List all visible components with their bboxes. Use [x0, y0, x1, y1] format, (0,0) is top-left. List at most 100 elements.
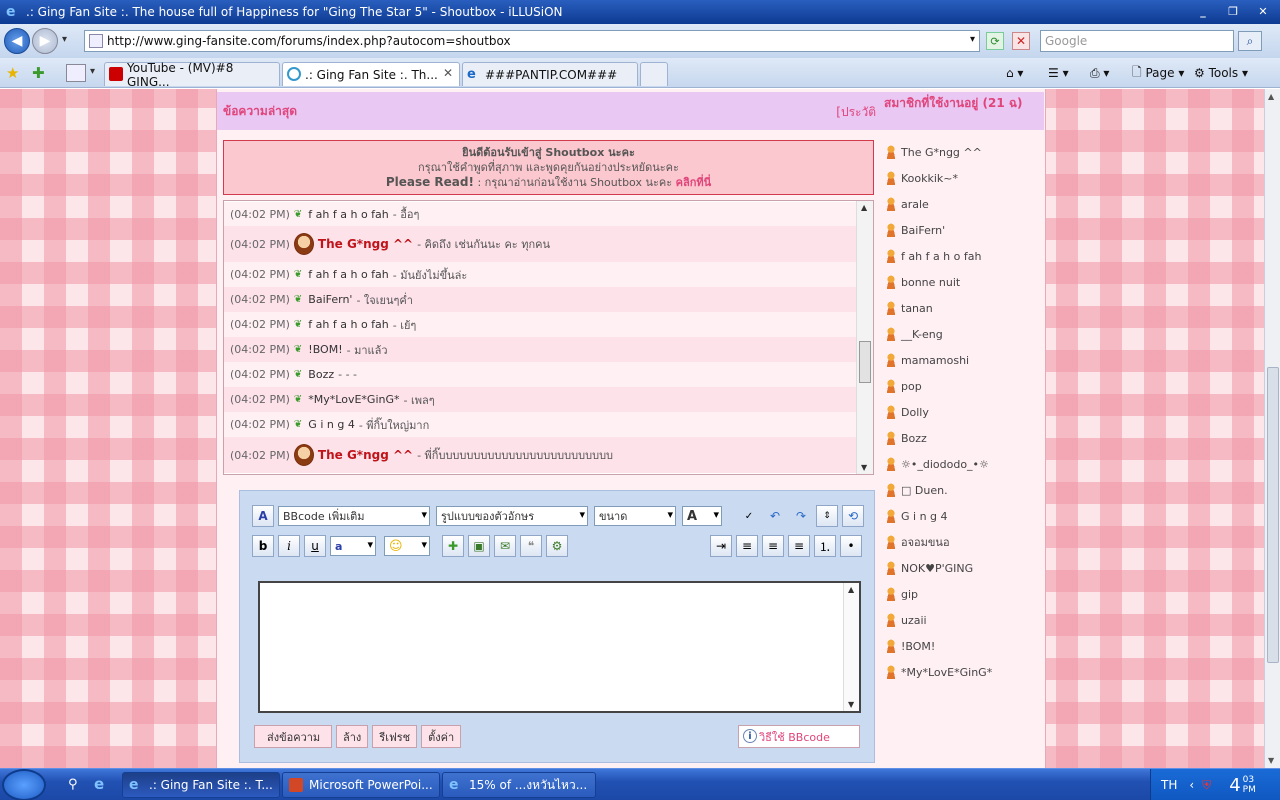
message-user[interactable]: *My*LovE*GinG*	[308, 393, 399, 406]
history-link[interactable]: [ประวัติ	[836, 103, 876, 122]
message-user[interactable]: f ah f a h o fah	[308, 208, 388, 221]
new-tab-button[interactable]	[640, 62, 668, 86]
insert-image-icon[interactable]: ▣	[468, 535, 490, 557]
refresh-button[interactable]: รีเฟรช	[372, 725, 418, 748]
user-item[interactable]: mamamoshi	[885, 347, 1045, 373]
page-menu[interactable]: 🗋 Page ▾	[1132, 62, 1184, 84]
user-item[interactable]: *My*LovE*GinG*	[885, 659, 1045, 685]
maximize-button[interactable]: ❐	[1220, 2, 1246, 20]
language-indicator[interactable]: TH	[1161, 778, 1177, 792]
user-item[interactable]: อจอมขนอ	[885, 529, 1045, 555]
remove-format-icon[interactable]: A	[252, 505, 274, 527]
user-item[interactable]: Kookkik~*	[885, 165, 1045, 191]
taskbar-item-download[interactable]: e 15% of ...งหวันไหว...	[442, 772, 596, 798]
scroll-up-icon[interactable]: ▲	[848, 585, 854, 594]
smiley-select[interactable]: ☺	[384, 536, 430, 556]
font-family-select[interactable]: รูปแบบของตัวอักษร	[436, 506, 588, 526]
textarea-scrollbar[interactable]: ▲ ▼	[843, 583, 859, 711]
close-button[interactable]: ✕	[1250, 2, 1276, 20]
scroll-down-icon[interactable]: ▼	[848, 700, 854, 709]
tab-youtube[interactable]: YouTube - (MV)#8 GING...	[104, 61, 280, 89]
forward-button[interactable]: ▶	[32, 28, 58, 54]
url-input[interactable]: http://www.ging-fansite.com/forums/index…	[84, 30, 980, 52]
message-user[interactable]: f ah f a h o fah	[308, 318, 388, 331]
underline-button[interactable]: u	[304, 535, 326, 557]
user-item[interactable]: __K-eng	[885, 321, 1045, 347]
quicklaunch-icon[interactable]: ⚲	[68, 777, 78, 792]
feeds-icon[interactable]: ☰ ▾	[1048, 62, 1069, 84]
align-left-icon[interactable]: ≡	[736, 535, 758, 557]
align-right-icon[interactable]: ≡	[788, 535, 810, 557]
user-item[interactable]: bonne nuit	[885, 269, 1045, 295]
italic-button[interactable]: i	[278, 535, 300, 557]
message-user[interactable]: f ah f a h o fah	[308, 268, 388, 281]
security-shield-icon[interactable]: ⛨	[1202, 778, 1211, 793]
minimize-button[interactable]: _	[1190, 2, 1216, 20]
bold-button[interactable]: b	[252, 535, 274, 557]
taskbar-item-powerpoint[interactable]: Microsoft PowerPoi...	[282, 772, 440, 798]
tab-ging-fan-site[interactable]: .: Ging Fan Site :. Th... ✕	[282, 62, 460, 86]
insert-code-icon[interactable]: ⚙	[546, 535, 568, 557]
bullet-list-icon[interactable]: •	[840, 535, 862, 557]
start-button[interactable]	[2, 769, 46, 800]
spellcheck-icon[interactable]: ✓	[738, 505, 760, 527]
user-item[interactable]: BaiFern'	[885, 217, 1045, 243]
tray-expand-icon[interactable]: ‹	[1189, 778, 1194, 792]
insert-quote-icon[interactable]: ❝	[520, 535, 542, 557]
font-style-select[interactable]: a	[330, 536, 376, 556]
user-item[interactable]: !BOM!	[885, 633, 1045, 659]
user-item[interactable]: f ah f a h o fah	[885, 243, 1045, 269]
search-input[interactable]: Google	[1040, 30, 1234, 52]
message-textarea[interactable]: ▲ ▼	[258, 581, 861, 713]
tab-pantip[interactable]: e ###PANTIP.COM###	[462, 62, 638, 86]
message-user[interactable]: Bozz	[308, 368, 334, 381]
font-color-select[interactable]: A	[682, 506, 722, 526]
recent-pages-dropdown-icon[interactable]: ▾	[62, 34, 67, 45]
back-button[interactable]: ◀	[4, 28, 30, 54]
user-item[interactable]: uzaii	[885, 607, 1045, 633]
click-here-link[interactable]: คลิกที่นี่	[676, 176, 712, 189]
quick-tabs-icon[interactable]	[66, 64, 86, 82]
user-item[interactable]: ☼•_diododo_•☼	[885, 451, 1045, 477]
favorites-star-icon[interactable]: ★	[6, 64, 19, 82]
scroll-thumb[interactable]	[1267, 367, 1279, 663]
numbered-list-icon[interactable]: ⒈	[814, 535, 836, 557]
user-item[interactable]: □ Duen.	[885, 477, 1045, 503]
messages-scrollbar[interactable]: ▲ ▼	[856, 201, 873, 474]
user-item[interactable]: tanan	[885, 295, 1045, 321]
scroll-down-icon[interactable]: ▼	[861, 463, 867, 472]
resize-icon[interactable]: ⇕	[816, 505, 838, 527]
quicklaunch-ie-icon[interactable]: e	[94, 775, 104, 793]
insert-email-icon[interactable]: ✉	[494, 535, 516, 557]
page-scrollbar[interactable]: ▲ ▼	[1264, 89, 1280, 768]
bbcode-select[interactable]: BBcode เพิ่มเติม	[278, 506, 430, 526]
message-user[interactable]: BaiFern'	[308, 293, 352, 306]
user-item[interactable]: Dolly	[885, 399, 1045, 425]
insert-link-icon[interactable]: ✚	[442, 535, 464, 557]
user-item[interactable]: arale	[885, 191, 1045, 217]
user-item[interactable]: gip	[885, 581, 1045, 607]
undo-icon[interactable]: ↶	[764, 505, 786, 527]
add-favorite-icon[interactable]: ✚	[32, 64, 45, 82]
settings-button[interactable]: ตั้งค่า	[421, 725, 462, 748]
refresh-icon[interactable]: ⟳	[986, 32, 1004, 50]
scroll-up-icon[interactable]: ▲	[1268, 92, 1274, 101]
clear-button[interactable]: ล้าง	[336, 725, 369, 748]
user-item[interactable]: Bozz	[885, 425, 1045, 451]
search-icon[interactable]: ⌕	[1238, 31, 1262, 51]
message-user[interactable]: The G*ngg ^^	[318, 448, 413, 462]
user-item[interactable]: pop	[885, 373, 1045, 399]
message-user[interactable]: !BOM!	[308, 343, 342, 356]
redo-icon[interactable]: ↷	[790, 505, 812, 527]
switch-mode-icon[interactable]: ⟲	[842, 505, 864, 527]
bbcode-help-button[interactable]: i วิธีใช้ BBcode	[738, 725, 860, 748]
user-item[interactable]: The G*ngg ^^	[885, 139, 1045, 165]
send-button[interactable]: ส่งข้อความ	[254, 725, 332, 748]
close-tab-icon[interactable]: ✕	[443, 66, 453, 80]
align-center-icon[interactable]: ≡	[762, 535, 784, 557]
url-dropdown-icon[interactable]: ▾	[970, 34, 975, 45]
tools-menu[interactable]: ⚙ Tools ▾	[1194, 62, 1248, 84]
scroll-down-icon[interactable]: ▼	[1268, 756, 1274, 765]
indent-icon[interactable]: ⇥	[710, 535, 732, 557]
print-icon[interactable]: ⎙ ▾	[1090, 62, 1109, 84]
